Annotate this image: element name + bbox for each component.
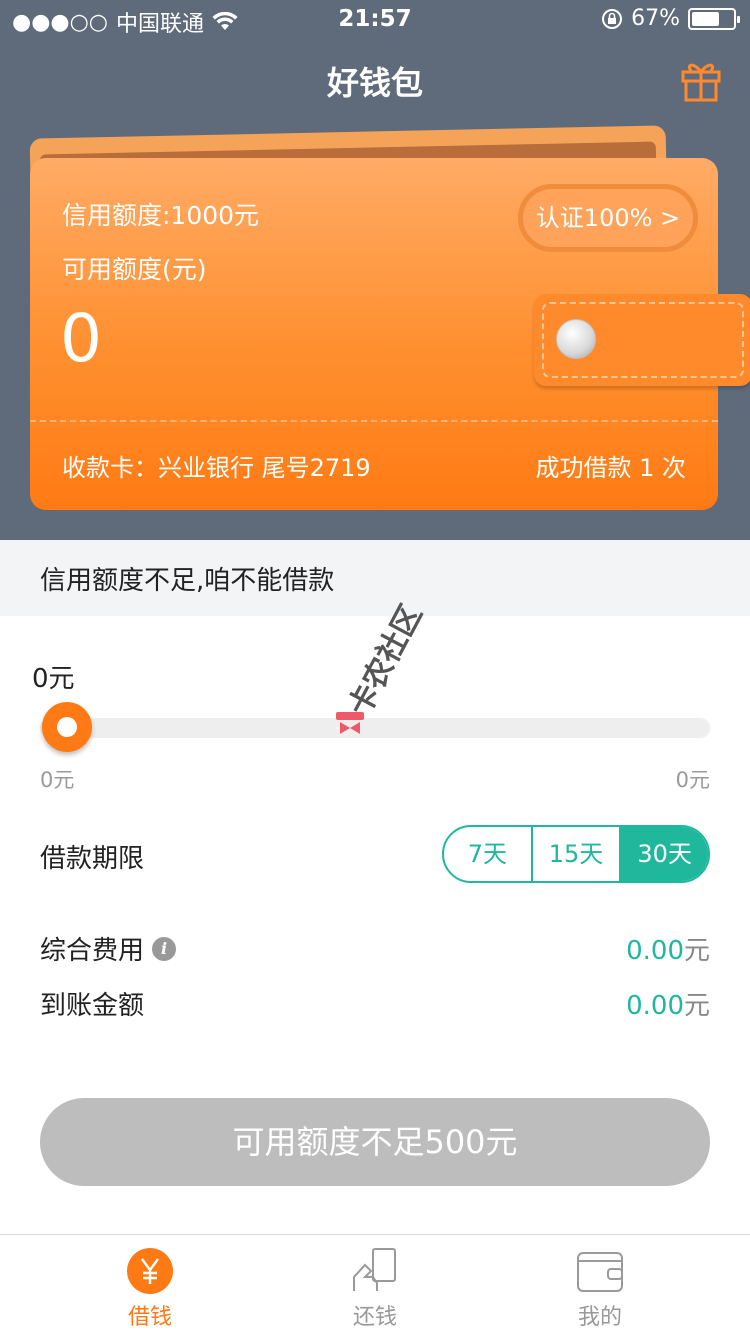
received-amount-label: 到账金额: [40, 991, 145, 1021]
term-label: 借款期限: [40, 844, 145, 874]
status-bar: ●●●○○ 中国联通 21:57 67%: [0, 0, 750, 40]
battery-icon: [688, 7, 740, 30]
yuan-icon: [127, 1248, 173, 1294]
status-right: 67%: [601, 6, 740, 31]
credit-limit: 信用额度:1000元: [62, 201, 260, 230]
service-fee-value: 0.00: [626, 936, 684, 966]
wallet-clasp: [534, 294, 750, 386]
service-fee-label-wrap: 综合费用 i: [40, 930, 177, 967]
available-label: 可用额度(元): [62, 255, 207, 284]
term-option-2[interactable]: 15天: [533, 827, 622, 881]
available-value: 0: [60, 300, 102, 377]
received-amount-unit: 元: [683, 991, 710, 1021]
info-icon[interactable]: i: [152, 936, 177, 961]
battery-fill: [692, 11, 719, 26]
tab-bar: 借钱 还钱 我的: [0, 1234, 750, 1334]
watermark: 卡农社区: [336, 600, 429, 734]
service-fee-label: 综合费用: [40, 936, 145, 966]
service-fee-unit: 元: [683, 936, 710, 966]
received-amount-label-wrap: 到账金额: [40, 985, 144, 1022]
loan-amount: 0元: [32, 664, 75, 694]
slider-min-label: 0元: [40, 768, 75, 792]
term-selector: 7天 15天 30天: [442, 825, 710, 883]
tab-borrow-label: 借钱: [127, 1305, 172, 1330]
tab-mine[interactable]: 我的: [475, 1235, 725, 1334]
auth-badge-button[interactable]: 认证100% >: [518, 184, 698, 252]
wallet-icon: [577, 1252, 623, 1292]
battery-percent: 67%: [631, 6, 680, 31]
tab-repay-label: 还钱: [352, 1305, 397, 1330]
receiving-card: 收款卡：兴业银行 尾号2719: [62, 454, 371, 482]
rotation-lock-icon: [602, 8, 623, 29]
wallet-card: 信用额度:1000元 可用额度(元) 0 认证100% > 收款卡：兴业银行 尾…: [30, 158, 750, 510]
slider-max-label: 0元: [675, 768, 710, 792]
repay-icon: [353, 1248, 396, 1291]
service-fee-row: 综合费用 i 0.00元: [40, 930, 710, 966]
tab-repay[interactable]: 还钱: [250, 1235, 500, 1334]
service-fee-value-wrap: 0.00元: [626, 930, 710, 967]
wallet-divider: [30, 420, 718, 422]
page-title: 好钱包: [326, 64, 423, 102]
term-option-3[interactable]: 30天: [621, 827, 708, 881]
watermark-text: 卡农社区: [342, 600, 429, 722]
gift-icon[interactable]: [680, 58, 722, 102]
received-amount-value: 0.00: [626, 991, 684, 1021]
tab-borrow[interactable]: 借钱: [25, 1235, 275, 1334]
loan-count: 成功借款 1 次: [535, 454, 686, 482]
received-amount-value-wrap: 0.00元: [626, 985, 710, 1022]
tab-mine-label: 我的: [577, 1305, 622, 1330]
clasp-button-icon: [556, 319, 596, 359]
term-option-1[interactable]: 7天: [444, 827, 533, 881]
notice-text: 信用额度不足,咱不能借款: [40, 566, 335, 596]
amount-slider-handle[interactable]: [42, 702, 92, 752]
borrow-button[interactable]: 可用额度不足500元: [40, 1098, 710, 1186]
received-amount-row: 到账金额 0.00元: [40, 985, 710, 1021]
